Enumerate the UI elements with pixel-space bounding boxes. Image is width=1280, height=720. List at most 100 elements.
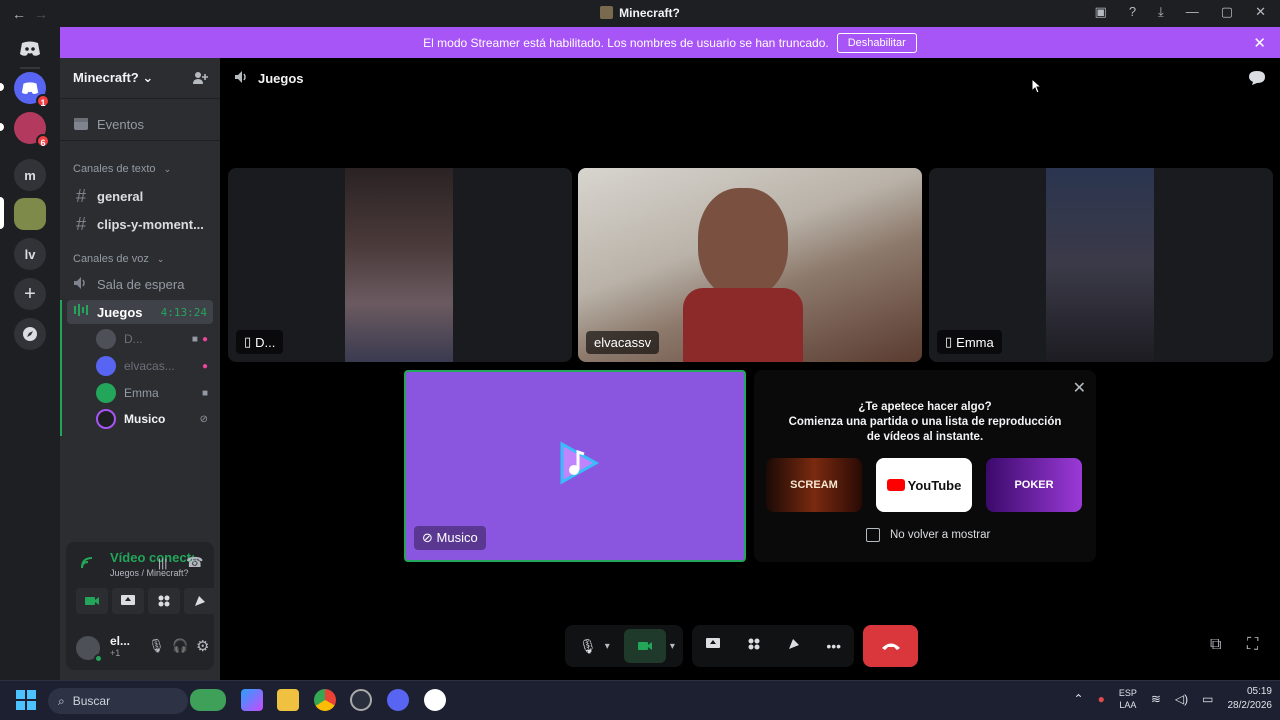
chevron-down-icon[interactable]: ▾: [670, 641, 675, 652]
dont-show-again[interactable]: No volver a mostrar: [866, 528, 990, 542]
hash-icon: #: [75, 214, 86, 234]
wifi-icon[interactable]: ≋: [1151, 692, 1161, 706]
activity-prompt: ¿Te apetece hacer algo? Comienza una par…: [788, 401, 1062, 443]
chat-bubble-icon[interactable]: [1248, 70, 1266, 91]
minimize-button[interactable]: —: [1186, 4, 1199, 20]
voice-user[interactable]: Emma ■: [96, 383, 208, 403]
server-2[interactable]: 6: [14, 112, 50, 148]
help-icon[interactable]: ?: [1129, 4, 1136, 20]
invite-people-icon[interactable]: [192, 70, 208, 91]
call-timer: 4:13:24: [160, 305, 207, 319]
hash-icon: #: [75, 186, 86, 206]
poker-activity-card[interactable]: POKER: [986, 458, 1082, 512]
video-tile[interactable]: ▯ D...: [228, 168, 572, 362]
server-m[interactable]: m: [14, 159, 46, 191]
microphone-icon[interactable]: 🎙: [579, 638, 597, 655]
voice-user[interactable]: D... ■ ●: [96, 329, 208, 349]
avatar: [96, 409, 116, 429]
user-area: el... +1 🎙 🎧 ⚙: [72, 632, 212, 663]
text-category[interactable]: Canales de texto ⌄: [73, 163, 171, 175]
voice-user[interactable]: Musico ⊘: [96, 409, 208, 429]
mouse-cursor-icon: [1031, 78, 1041, 94]
avatar: [96, 356, 116, 376]
fullscreen-icon[interactable]: ⛶: [1247, 636, 1258, 654]
noise-suppression-icon[interactable]: |||: [158, 556, 167, 570]
window-title: Minecraft?: [0, 6, 1280, 20]
maximize-button[interactable]: ▢: [1221, 4, 1233, 20]
screen-share-button[interactable]: [112, 588, 144, 614]
download-icon[interactable]: ⤓: [1158, 4, 1164, 20]
channel-general[interactable]: # general: [73, 186, 143, 207]
camera-button[interactable]: [76, 588, 108, 614]
participant-label: ⊘ Musico: [414, 526, 486, 550]
activities-button[interactable]: [148, 588, 180, 614]
clock[interactable]: 05:19 28/2/2026: [1228, 685, 1273, 713]
volume-icon[interactable]: ◁): [1175, 692, 1188, 706]
settings-gear-icon[interactable]: ⚙: [196, 637, 209, 655]
unread-badge: 6: [36, 134, 50, 148]
musico-tile[interactable]: ⊘ Musico: [404, 370, 746, 562]
more-options-icon[interactable]: •••: [826, 638, 841, 654]
voice-location[interactable]: Juegos / Minecraft?: [110, 568, 189, 578]
scream-activity-card[interactable]: SCREAM: [766, 458, 862, 512]
windows-start-icon[interactable]: [16, 690, 36, 715]
discord-taskbar-icon[interactable]: [387, 689, 409, 711]
disconnect-button[interactable]: [863, 625, 918, 667]
server-lv[interactable]: lv: [14, 238, 46, 270]
app-icon[interactable]: [350, 689, 372, 711]
voice-status[interactable]: Vídeo conectado: [110, 550, 194, 565]
explore-icon[interactable]: [14, 318, 46, 350]
server-dm[interactable]: 1: [14, 72, 50, 108]
voice-activity-icon: [73, 303, 89, 322]
soundboard-button[interactable]: [184, 588, 216, 614]
file-explorer-icon[interactable]: [277, 689, 299, 711]
camera-button[interactable]: [623, 629, 666, 663]
search-icon: ⌕: [58, 693, 65, 708]
popout-icon[interactable]: ⧉: [1210, 636, 1221, 654]
microphone-in-use-icon[interactable]: ●: [1098, 692, 1105, 706]
screen-icon[interactable]: ▣: [1095, 4, 1107, 20]
channel-clips[interactable]: # clips-y-moment...: [73, 214, 204, 235]
youtube-activity-card[interactable]: YouTube: [876, 458, 972, 512]
activities-icon[interactable]: [747, 637, 761, 656]
close-icon[interactable]: ✕: [1073, 378, 1086, 398]
chevron-up-icon[interactable]: ⌃: [1074, 692, 1084, 706]
camera-icon: ■: [191, 333, 198, 345]
disconnect-icon[interactable]: ☎: [186, 554, 203, 571]
disable-streamer-button[interactable]: Deshabilitar: [836, 32, 917, 53]
app-icon[interactable]: [424, 689, 446, 711]
mobile-icon: ▯: [945, 334, 953, 349]
battery-icon[interactable]: ▭: [1202, 692, 1213, 706]
participant-label: elvacassv: [586, 331, 660, 354]
video-tile[interactable]: ▯ Emma: [929, 168, 1273, 362]
discord-logo-icon[interactable]: [14, 33, 46, 65]
close-window-button[interactable]: ✕: [1255, 4, 1266, 20]
music-bot-logo-icon: [552, 438, 602, 488]
nitro-icon: ●: [201, 360, 208, 372]
taskbar-search[interactable]: ⌕ Buscar: [48, 688, 188, 714]
widgets-icon[interactable]: [190, 689, 226, 711]
screen-share-icon[interactable]: [705, 637, 721, 656]
taskbar: ⌕ Buscar ⌃ ● ESP LAA ≋ ◁) ▭ 05:19 28/2/2026: [0, 680, 1280, 720]
voice-user[interactable]: elvacas... ●: [96, 356, 208, 376]
headphones-icon[interactable]: 🎧: [172, 638, 188, 654]
channel-waiting-room[interactable]: Sala de espera: [73, 276, 184, 293]
chevron-down-icon: ⌄: [142, 70, 154, 85]
soundboard-icon[interactable]: [787, 637, 801, 656]
server-minecraft[interactable]: [14, 198, 46, 230]
user-name[interactable]: el...: [110, 634, 130, 648]
add-server-icon[interactable]: +: [14, 278, 46, 310]
chrome-icon[interactable]: [314, 689, 336, 711]
checkbox[interactable]: [866, 528, 880, 542]
copilot-icon[interactable]: [241, 689, 263, 711]
close-icon[interactable]: ✕: [1253, 34, 1266, 52]
events-item[interactable]: Eventos: [73, 115, 144, 134]
language-indicator[interactable]: ESP LAA: [1119, 687, 1137, 711]
voice-category[interactable]: Canales de voz ⌄: [73, 253, 164, 265]
microphone-icon[interactable]: 🎙: [148, 638, 165, 654]
video-tile[interactable]: elvacassv: [578, 168, 922, 362]
server-header[interactable]: Minecraft? ⌄: [73, 70, 153, 86]
channel-juegos[interactable]: Juegos 4:13:24: [67, 300, 213, 324]
chevron-down-icon[interactable]: ▾: [605, 641, 610, 652]
activity-controls: •••: [692, 625, 854, 667]
